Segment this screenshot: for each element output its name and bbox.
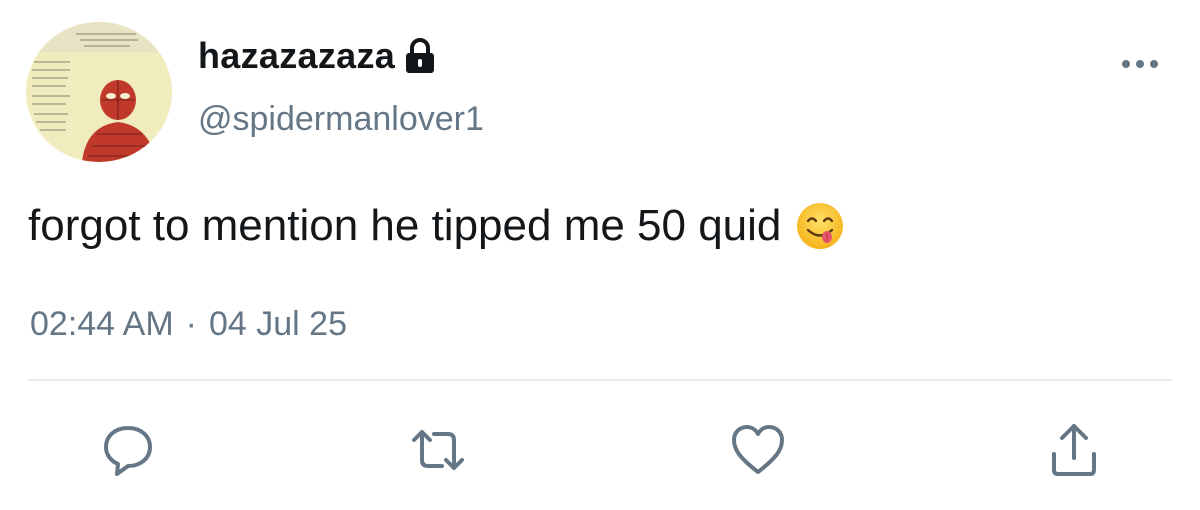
tweet-time: 02:44 AM [30,305,174,343]
retweet-button[interactable] [408,420,468,480]
retweet-icon [412,430,464,470]
share-button[interactable] [1044,420,1104,480]
face-savoring-food-emoji-icon [795,201,845,251]
timestamp-separator: · [185,305,197,343]
tweet-text-content: forgot to mention he tipped me 50 quid [28,201,782,250]
action-bar [0,420,1200,480]
reply-button[interactable] [98,420,158,480]
lock-icon [403,37,437,75]
heart-icon [732,425,784,474]
more-options-icon[interactable] [1120,52,1160,76]
like-button[interactable] [728,420,788,480]
tweet-card: hazazazaza @spidermanlover1 forgot to me… [0,0,1200,510]
display-name-text: hazazazaza [198,35,396,76]
tweet-text: forgot to mention he tipped me 50 quid [28,198,845,254]
divider [28,379,1172,381]
display-name[interactable]: hazazazaza [198,34,437,78]
spiderman-drawing-avatar [26,22,172,162]
reply-icon [104,426,152,476]
tweet-date: 04 Jul 25 [208,305,347,343]
avatar[interactable] [26,22,172,162]
tweet-timestamp[interactable]: 02:44 AM · 04 Jul 25 [30,302,347,346]
share-icon [1052,424,1096,476]
user-handle[interactable]: @spidermanlover1 [198,98,484,140]
